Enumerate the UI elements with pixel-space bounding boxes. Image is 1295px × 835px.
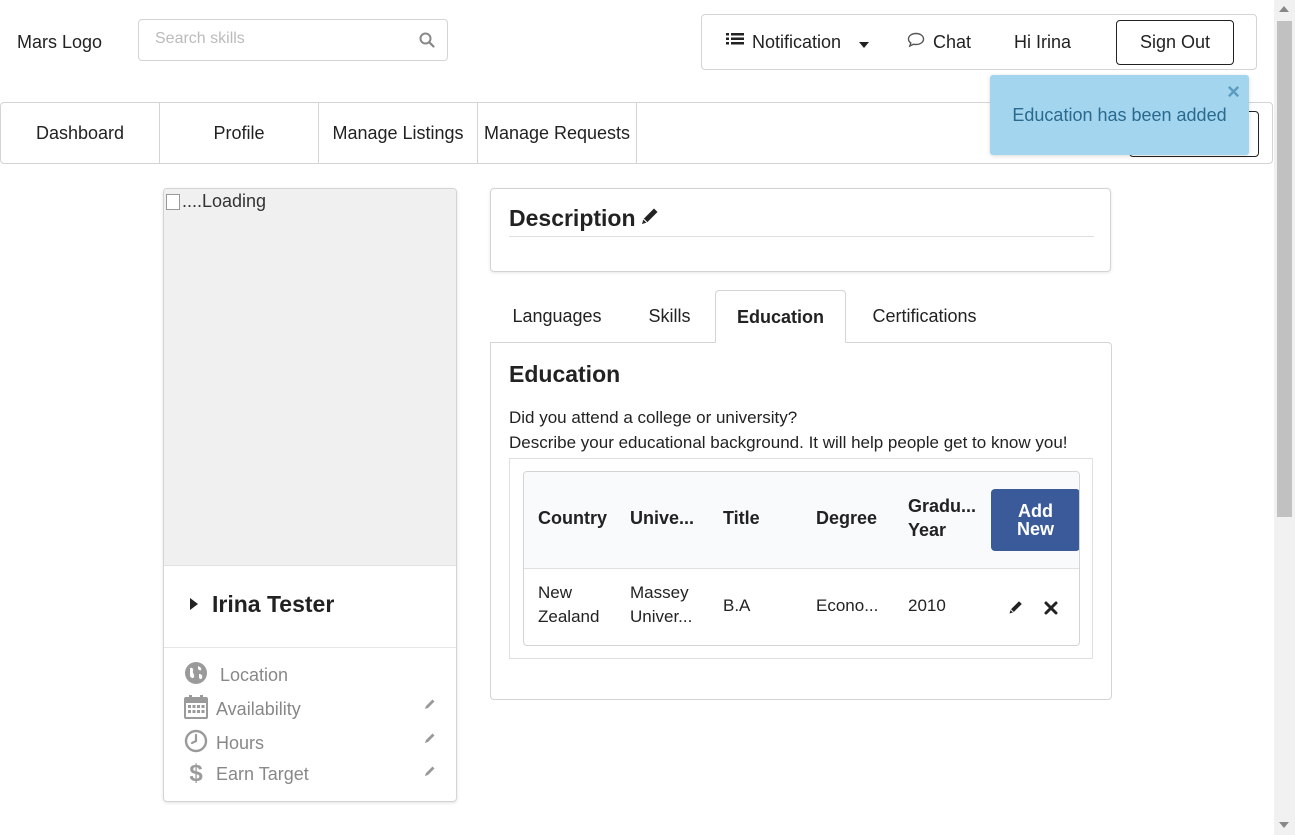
- add-new-label-line2: New: [1016, 519, 1054, 539]
- top-menu: Notification Chat Hi Irina Sign Out: [701, 14, 1257, 70]
- column-header-degree: Degree: [816, 508, 878, 528]
- scrollbar-thumb[interactable]: [1277, 21, 1292, 517]
- education-table-wrapper: Country Unive... Title Degree Gradu... Y…: [509, 458, 1093, 659]
- notification-label: Notification: [752, 32, 842, 52]
- description-title: Description: [509, 205, 636, 231]
- column-header-graduation: Gradu... Year: [908, 494, 976, 542]
- column-header-university: Unive...: [630, 508, 695, 528]
- tab-skills[interactable]: Skills: [624, 290, 715, 343]
- chat-link[interactable]: Chat: [907, 32, 971, 53]
- nav-item-manage-requests[interactable]: Manage Requests: [478, 103, 637, 163]
- cell-university: Massey Univer...: [630, 581, 692, 629]
- education-table: Country Unive... Title Degree Gradu... Y…: [523, 471, 1080, 646]
- close-x-icon[interactable]: [1044, 600, 1058, 620]
- cell-country-line1: New: [538, 583, 573, 602]
- cell-country: New Zealand: [538, 581, 599, 629]
- cell-year: 2010: [908, 596, 946, 615]
- caret-down-icon: [859, 32, 870, 53]
- divider: [164, 647, 456, 648]
- mars-logo[interactable]: Mars Logo: [17, 32, 102, 53]
- column-header-country: Country: [538, 508, 607, 528]
- cell-degree: Econo...: [816, 596, 879, 615]
- list-icon: [726, 32, 744, 53]
- user-greeting[interactable]: Hi Irina: [1014, 32, 1071, 53]
- notification-dropdown[interactable]: Notification: [726, 32, 870, 53]
- success-toast: × Education has been added: [990, 75, 1249, 155]
- search-icon[interactable]: [419, 32, 435, 53]
- profile-name: Irina Tester: [212, 591, 335, 617]
- pencil-icon[interactable]: [640, 205, 660, 232]
- dollar-icon: $: [189, 760, 203, 787]
- cell-university-line1: Massey: [630, 583, 689, 602]
- nav-item-dashboard[interactable]: Dashboard: [1, 103, 160, 163]
- search-box: [138, 19, 448, 61]
- greeting-label: Hi Irina: [1014, 32, 1072, 52]
- location-row: Location: [184, 661, 288, 690]
- hours-row: Hours: [184, 729, 264, 758]
- tab-certifications[interactable]: Certifications: [846, 290, 1003, 343]
- location-label: Location: [220, 665, 289, 685]
- pencil-icon[interactable]: [1008, 599, 1024, 620]
- column-header-graduation-line2: Year: [908, 520, 947, 540]
- globe-icon: [184, 661, 208, 690]
- education-panel: Education Did you attend a college or un…: [490, 342, 1112, 700]
- pencil-icon[interactable]: [424, 762, 436, 782]
- tab-languages[interactable]: Languages: [490, 290, 624, 343]
- description-card: Description: [490, 188, 1111, 272]
- page-scrollbar[interactable]: [1274, 0, 1295, 835]
- triangle-right-icon: [190, 595, 198, 615]
- toast-message: Education has been added: [1012, 105, 1227, 125]
- chat-label: Chat: [933, 32, 972, 52]
- sign-out-button[interactable]: Sign Out: [1116, 20, 1234, 65]
- pencil-icon[interactable]: [424, 695, 436, 715]
- column-header-graduation-line1: Gradu...: [908, 496, 977, 516]
- chat-bubble-icon: [907, 32, 925, 53]
- table-header: Country Unive... Title Degree Gradu... Y…: [524, 472, 1079, 569]
- nav-item-profile[interactable]: Profile: [160, 103, 319, 163]
- profile-photo[interactable]: ....Loading: [164, 189, 456, 566]
- earn-target-row: $ Earn Target: [184, 760, 309, 787]
- scroll-up-arrow-icon[interactable]: [1279, 6, 1289, 12]
- earn-target-label: Earn Target: [216, 763, 309, 784]
- availability-label: Availability: [216, 699, 301, 719]
- nav-item-manage-listings[interactable]: Manage Listings: [319, 103, 478, 163]
- section-title: Education: [509, 361, 621, 387]
- scroll-down-arrow-icon[interactable]: [1279, 822, 1289, 828]
- education-intro-description: Describe your educational background. It…: [509, 433, 1068, 452]
- divider: [509, 236, 1094, 237]
- column-header-title: Title: [723, 508, 760, 528]
- tab-education[interactable]: Education: [715, 290, 846, 343]
- hours-label: Hours: [216, 733, 265, 753]
- profile-name-toggle[interactable]: Irina Tester: [190, 591, 334, 618]
- pencil-icon[interactable]: [424, 729, 436, 749]
- cell-title: B.A: [723, 596, 751, 615]
- photo-alt-text: ....Loading: [182, 191, 267, 211]
- add-new-label-line1: Add: [1018, 501, 1053, 521]
- add-new-button[interactable]: Add New: [991, 489, 1079, 551]
- cell-country-line2: Zealand: [538, 607, 600, 626]
- cell-university-line2: Univer...: [630, 607, 693, 626]
- broken-image-icon: [166, 193, 180, 210]
- search-input[interactable]: [139, 20, 405, 58]
- clock-icon: [184, 729, 208, 758]
- close-icon[interactable]: ×: [1227, 79, 1240, 105]
- education-intro-question: Did you attend a college or university?: [509, 408, 798, 427]
- calendar-icon: [184, 695, 208, 724]
- availability-row: Availability: [184, 695, 301, 724]
- profile-card: ....Loading Irina Tester Location Availa…: [163, 188, 457, 802]
